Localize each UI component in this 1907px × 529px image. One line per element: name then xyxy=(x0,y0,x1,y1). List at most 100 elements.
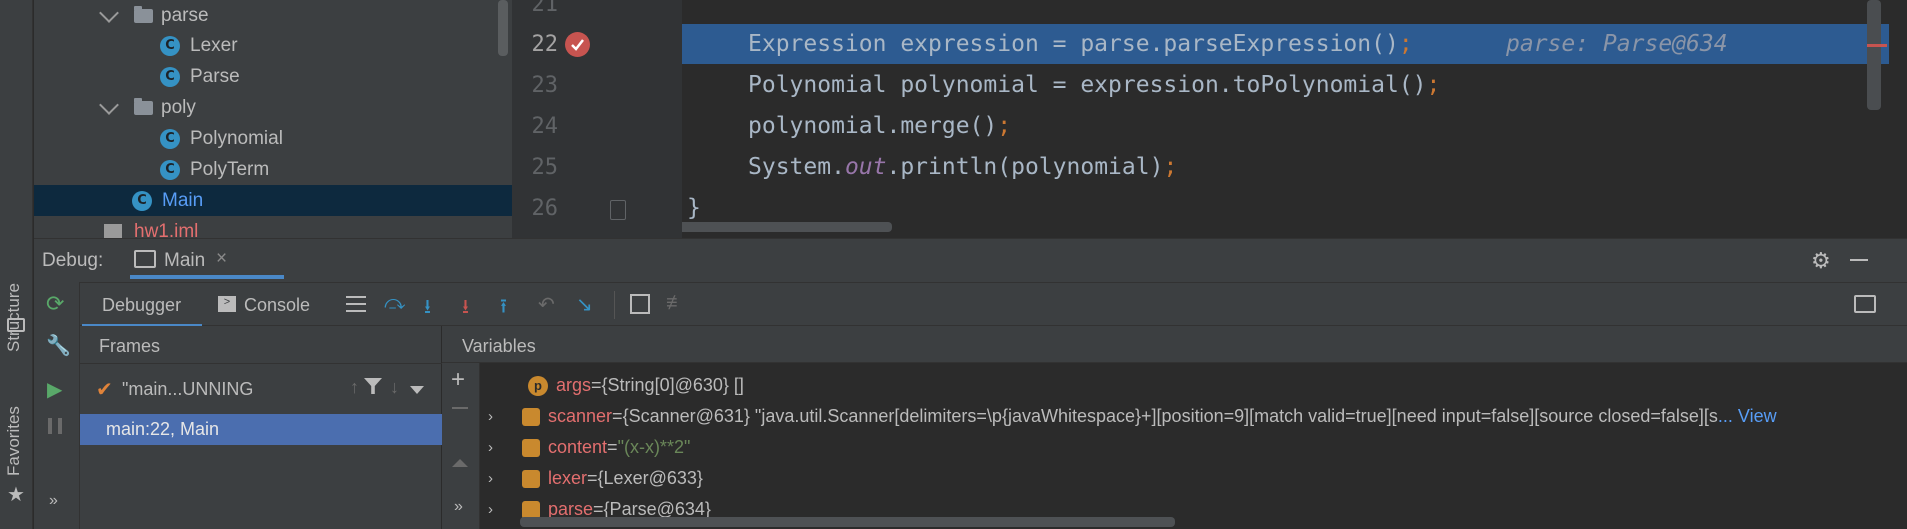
trace-icon[interactable]: ≢ xyxy=(666,292,686,315)
tab-debugger-label: Debugger xyxy=(102,295,182,315)
console-window-icon xyxy=(134,250,156,268)
debug-label: Debug: xyxy=(42,250,104,271)
frames-panel: Frames ✔ "main...UNNING ↑ ↓ main:22, Mai… xyxy=(80,326,442,529)
close-icon[interactable]: × xyxy=(216,248,227,270)
frames-divider xyxy=(80,363,442,364)
favorites-tab[interactable]: Favorites xyxy=(4,406,24,476)
editor-v-scrollbar[interactable] xyxy=(1867,0,1881,110)
variables-tree: p args = {String[0]@630} [] › scanner = … xyxy=(480,363,1905,529)
variable-value: {Scanner@631} "java.util.Scanner[delimit… xyxy=(622,406,1718,426)
thread-selector[interactable]: "main...UNNING xyxy=(122,379,348,405)
variable-row[interactable]: › content = "(x-x)**2" xyxy=(488,432,690,463)
tree-item-label: Parse xyxy=(190,65,240,87)
evaluate-expression-icon[interactable] xyxy=(630,294,650,314)
toolbar-divider xyxy=(614,291,615,319)
step-over-icon[interactable]: ⤼ xyxy=(384,292,405,315)
debug-header: Debug: Main × ⚙ xyxy=(34,238,1907,282)
step-into-icon[interactable]: ⭳ xyxy=(424,292,431,326)
chevron-right-icon[interactable]: › xyxy=(488,501,500,518)
chevron-right-icon[interactable]: › xyxy=(488,439,500,456)
variable-row[interactable]: p args = {String[0]@630} [] xyxy=(528,370,744,401)
move-up-icon[interactable] xyxy=(452,459,468,467)
drop-frame-icon[interactable]: ↶ xyxy=(538,292,555,317)
tab-console-label: Console xyxy=(244,295,311,315)
layout-icon[interactable] xyxy=(1854,295,1876,313)
tree-item-main[interactable]: C Main xyxy=(34,185,512,216)
frame-row[interactable]: main:22, Main xyxy=(80,414,442,445)
code-line-25: System.out.println(polynomial); xyxy=(748,154,1178,180)
arrow-down-icon[interactable]: ↓ xyxy=(390,377,399,398)
debug-session-tab[interactable]: Main × xyxy=(130,243,284,279)
variables-v-scrollbar[interactable] xyxy=(1887,363,1905,529)
file-icon xyxy=(104,223,122,238)
chevron-down-icon[interactable] xyxy=(99,2,119,23)
error-marker xyxy=(1867,44,1887,47)
class-icon: C xyxy=(160,159,180,180)
line-number: 24 xyxy=(531,114,559,139)
code-line-24: polynomial.merge(); xyxy=(748,113,1012,139)
fold-icon[interactable] xyxy=(610,200,626,220)
checkmark-icon: ✔ xyxy=(96,379,113,401)
gear-icon[interactable]: ⚙ xyxy=(1811,248,1831,274)
project-tree: parse C Lexer C Parse poly C Polynomial … xyxy=(34,0,512,238)
debug-toolbar: Debugger > Console ⤼ ⭳ ⭳ ⭱ ↶ ↘ ≢ xyxy=(34,282,1907,327)
rerun-icon[interactable]: ⟳ xyxy=(46,291,64,317)
folder-icon xyxy=(134,97,153,115)
resume-icon[interactable]: ▶ xyxy=(47,377,62,402)
field-icon xyxy=(522,500,540,519)
tree-item-polynomial[interactable]: C Polynomial xyxy=(34,123,512,154)
tree-item-parse-folder[interactable]: parse xyxy=(34,0,512,31)
class-icon: C xyxy=(132,190,152,211)
line-number: 21 xyxy=(531,0,559,17)
minimize-icon[interactable] xyxy=(1850,259,1868,261)
tree-item-poly-folder[interactable]: poly xyxy=(34,92,512,123)
tree-item-label: poly xyxy=(161,96,196,118)
wrench-icon[interactable]: 🔧 xyxy=(46,333,71,358)
variables-h-scrollbar[interactable] xyxy=(520,517,1175,527)
variables-header: Variables xyxy=(442,326,1907,363)
line-number: 22 xyxy=(531,32,559,57)
tree-item-label: PolyTerm xyxy=(190,158,270,180)
force-step-into-icon[interactable]: ⭳ xyxy=(462,292,469,326)
variable-value: {Lexer@633} xyxy=(597,468,703,488)
breakpoint-icon[interactable] xyxy=(565,32,590,57)
tree-item-label: parse xyxy=(161,4,209,26)
arrow-up-icon[interactable]: ↑ xyxy=(350,377,359,398)
variable-row[interactable]: › lexer = {Lexer@633} xyxy=(488,463,703,494)
chevron-down-icon[interactable] xyxy=(99,94,119,115)
debug-actions: ⟳ 🔧 ▶ » xyxy=(34,282,80,529)
code-line-23: Polynomial polynomial = expression.toPol… xyxy=(748,72,1441,98)
more-icon[interactable]: » xyxy=(454,498,463,516)
tab-console[interactable]: > Console xyxy=(216,283,336,327)
pause-icon[interactable] xyxy=(48,418,62,434)
variable-value: "(x-x)**2" xyxy=(617,437,691,457)
tree-item-iml[interactable]: hw1.iml xyxy=(34,216,512,238)
tree-item-lexer[interactable]: C Lexer xyxy=(34,30,512,61)
menu-icon[interactable] xyxy=(346,296,366,312)
code-line-22: Expression expression = parse.parseExpre… xyxy=(748,31,1413,57)
editor-gutter: 21 22 23 24 25 26 xyxy=(512,0,682,238)
tree-item-polyterm[interactable]: C PolyTerm xyxy=(34,154,512,185)
run-to-cursor-icon[interactable]: ↘ xyxy=(576,292,593,317)
step-out-icon[interactable]: ⭱ xyxy=(500,292,507,326)
view-link[interactable]: ... View xyxy=(1718,406,1777,427)
variable-row[interactable]: › scanner = {Scanner@631} "java.util.Sca… xyxy=(488,401,1777,432)
chevron-right-icon[interactable]: › xyxy=(488,470,500,487)
code-editor[interactable]: Expression expression = parse.parseExpre… xyxy=(682,0,1889,238)
variable-name: content xyxy=(548,437,608,457)
tree-scrollbar[interactable] xyxy=(498,0,508,56)
chevron-down-icon[interactable] xyxy=(410,386,424,394)
tree-item-parse[interactable]: C Parse xyxy=(34,61,512,92)
editor-h-scrollbar[interactable] xyxy=(682,222,892,232)
minus-icon[interactable] xyxy=(452,407,468,409)
variable-name: args xyxy=(556,375,592,395)
plus-icon[interactable]: + xyxy=(451,366,465,394)
line-number: 25 xyxy=(531,155,559,180)
variable-name: scanner xyxy=(548,406,613,426)
debug-tab-title: Main xyxy=(164,250,206,271)
chevron-right-icon[interactable]: › xyxy=(488,408,500,425)
more-icon[interactable]: » xyxy=(49,492,58,510)
tab-debugger[interactable]: Debugger xyxy=(82,283,202,327)
console-icon: > xyxy=(218,296,236,312)
field-icon xyxy=(522,438,540,457)
